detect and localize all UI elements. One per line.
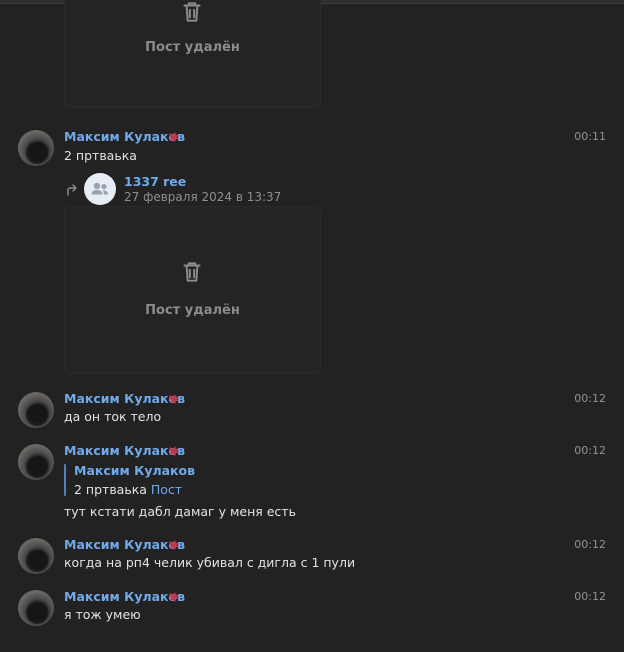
forward-date[interactable]: 27 февраля 2024 в 13:37 <box>124 190 281 204</box>
reply-text[interactable]: 2 пртваька Пост <box>74 482 182 497</box>
message[interactable]: Максим Кулаков 00:12 когда на рп4 челик … <box>0 536 624 580</box>
message-time: 00:11 <box>574 130 606 143</box>
reply-message-text: 2 пртваька <box>74 482 147 497</box>
status-emoji-icon <box>169 592 179 602</box>
avatar[interactable] <box>18 392 54 428</box>
trash-icon <box>183 262 201 282</box>
status-emoji-icon <box>169 446 179 456</box>
avatar[interactable] <box>18 444 54 480</box>
message-text: тут кстати дабл дамаг у меня есть <box>64 504 296 519</box>
message[interactable]: Максим Кулаков 00:12 Максим Кулаков 2 пр… <box>0 442 624 528</box>
group-icon <box>91 182 108 195</box>
forward-icon <box>67 184 77 196</box>
message-time: 00:12 <box>574 444 606 457</box>
message-time: 00:12 <box>574 538 606 551</box>
deleted-post-card[interactable]: Пост удалён <box>64 206 321 374</box>
reply-attachment-link[interactable]: Пост <box>151 482 182 497</box>
avatar[interactable] <box>18 130 54 166</box>
group-avatar[interactable] <box>84 173 116 205</box>
message-text: когда на рп4 челик убивал с дигла с 1 пу… <box>64 555 356 570</box>
message-text: я тож умею <box>64 607 141 622</box>
avatar[interactable] <box>18 538 54 574</box>
message[interactable]: Максим Кулаков 00:12 да он ток тело <box>0 390 624 434</box>
message-time: 00:12 <box>574 392 606 405</box>
forward-group-name[interactable]: 1337 ree <box>124 174 186 189</box>
message-text: 2 пртваька <box>64 148 137 163</box>
status-emoji-icon <box>169 540 179 550</box>
reply-author[interactable]: Максим Кулаков <box>74 463 195 478</box>
message-time: 00:12 <box>574 590 606 603</box>
deleted-post-card[interactable]: Пост удалён <box>64 0 321 108</box>
message-text: да он ток тело <box>64 409 162 424</box>
reply-bar <box>64 464 66 496</box>
trash-icon <box>183 2 201 22</box>
avatar[interactable] <box>18 590 54 626</box>
deleted-post-text: Пост удалён <box>145 303 240 318</box>
status-emoji-icon <box>169 394 179 404</box>
status-emoji-icon <box>169 132 179 142</box>
message[interactable]: Максим Кулаков 00:12 я тож умею <box>0 588 624 632</box>
deleted-post-text: Пост удалён <box>145 40 240 55</box>
message[interactable]: Максим Кулаков 00:11 2 пртваька 1337 ree… <box>0 128 624 376</box>
